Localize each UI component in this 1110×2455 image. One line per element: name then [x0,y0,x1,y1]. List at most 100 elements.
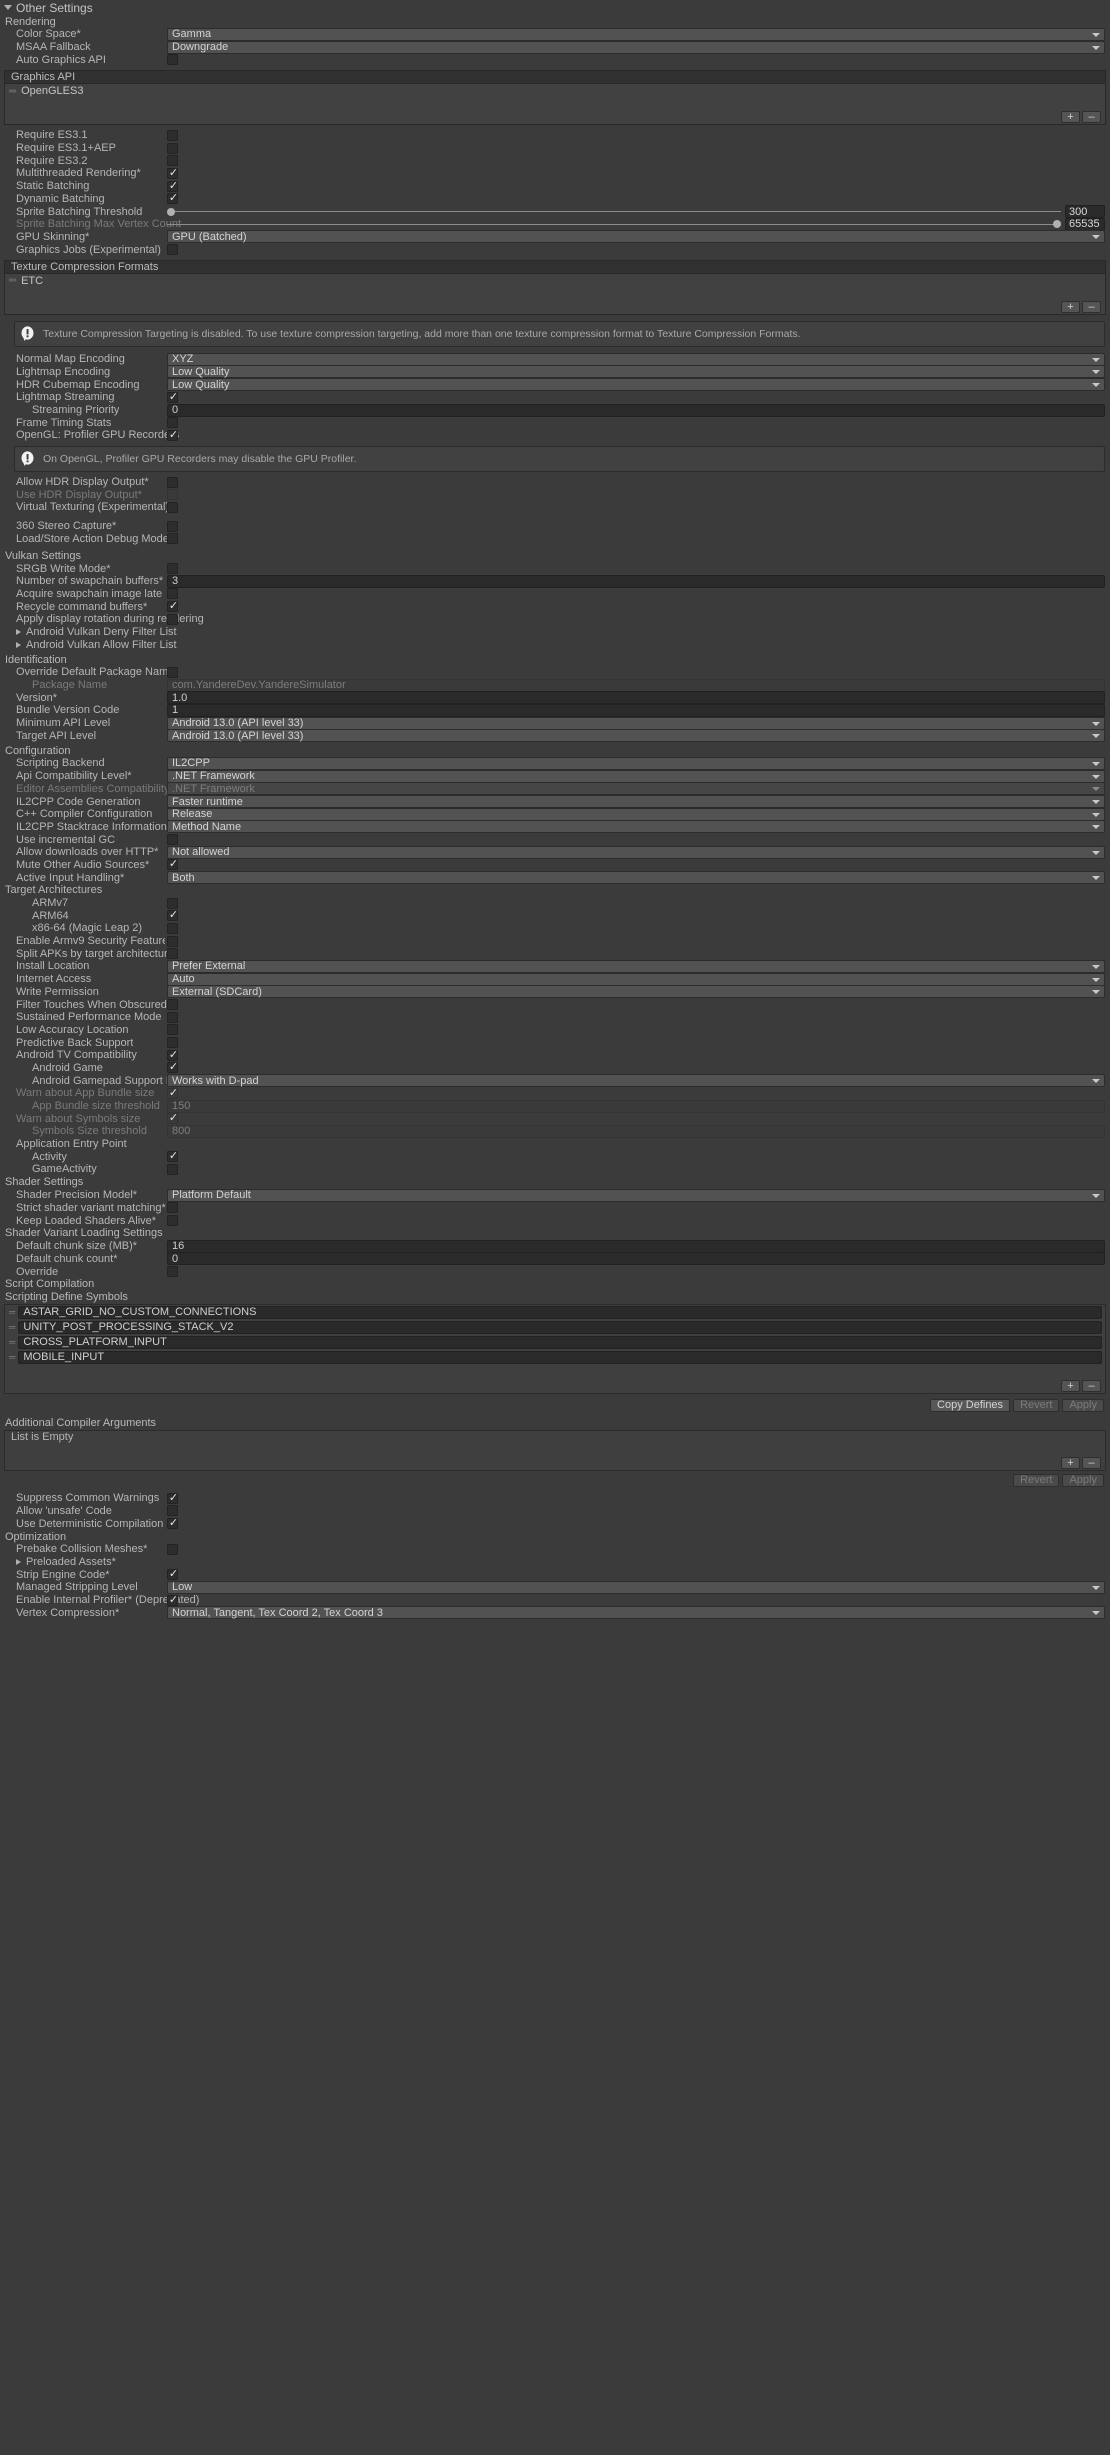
filter-touches-when-obscured-checkbox[interactable] [167,999,178,1011]
sustained-performance-mode-checkbox[interactable] [167,1011,178,1023]
dynamic-batching-checkbox[interactable] [167,191,179,205]
armv7-checkbox[interactable] [167,897,178,909]
drag-handle-icon[interactable]: ═ [9,1337,15,1347]
shader-precision-model-dropdown[interactable]: Platform Default [167,1188,1105,1202]
srgb-write-mode-checkbox[interactable] [167,563,178,575]
api-compatibility-level-dropdown[interactable]: .NET Framework [167,769,1105,783]
managed-stripping-level-dropdown[interactable]: Low [167,1580,1105,1594]
il2cpp-stacktrace-information-dropdown[interactable]: Method Name [167,820,1105,834]
write-permission-dropdown[interactable]: External (SDCard) [167,985,1105,999]
require-es32-checkbox[interactable] [167,155,178,167]
static-batching-checkbox[interactable] [167,179,179,193]
internet-access-dropdown[interactable]: Auto [167,972,1105,986]
additional-compiler-arguments-remove-button[interactable]: – [1082,1456,1101,1469]
lightmap-encoding-dropdown[interactable]: Low Quality [167,365,1105,379]
gameactivity-checkbox[interactable] [167,1163,178,1175]
define-symbols-add-button[interactable]: + [1061,1379,1080,1392]
enable-internal-profiler-checkbox[interactable] [167,1593,179,1607]
active-input-handling-dropdown[interactable]: Both [167,871,1105,885]
override-checkbox[interactable] [167,1266,178,1278]
scripting-backend-dropdown[interactable]: IL2CPP [167,756,1105,770]
require-es31aep-checkbox[interactable] [167,142,178,154]
other-settings-foldout-header[interactable]: Other Settings [0,0,1110,15]
allow-hdr-display-output-checkbox[interactable] [167,476,178,488]
android-tv-compatibility-checkbox[interactable] [167,1048,179,1062]
install-location-dropdown[interactable]: Prefer External [167,959,1105,973]
gpu-skinning-dropdown[interactable]: GPU (Batched) [167,230,1105,244]
sprite-batching-max-vertex-count-value[interactable]: 65535 [1065,217,1105,231]
normal-map-encoding-dropdown[interactable]: XYZ [167,352,1105,366]
il2cpp-code-generation-dropdown[interactable]: Faster runtime [167,795,1105,809]
override-default-package-name-checkbox[interactable] [167,666,178,678]
copy-defines-button[interactable]: Copy Defines [930,1398,1011,1412]
enable-armv9-checkbox[interactable] [167,935,178,947]
apply-display-rotation-checkbox[interactable] [167,613,178,625]
msaa-fallback-dropdown[interactable]: Downgrade [167,40,1105,54]
define-symbols-revert-button[interactable]: Revert [1013,1398,1060,1412]
drag-handle-icon[interactable]: ═ [9,86,16,97]
default-chunk-count-input[interactable]: 0 [167,1252,1105,1266]
bundle-version-code-input[interactable]: 1 [167,703,1105,717]
android-gamepad-support-level-dropdown[interactable]: Works with D-pad [167,1074,1105,1088]
define-symbol-input[interactable]: MOBILE_INPUT [18,1350,1102,1364]
drag-handle-icon[interactable]: ═ [9,1322,15,1332]
sprite-batching-threshold-value[interactable]: 300 [1065,205,1105,219]
streaming-priority-input[interactable]: 0 [167,403,1105,417]
graphics-api-remove-button[interactable]: – [1082,111,1101,124]
default-chunk-size-input[interactable]: 16 [167,1239,1105,1253]
target-api-level-dropdown[interactable]: Android 13.0 (API level 33) [167,729,1105,743]
define-symbol-input[interactable]: CROSS_PLATFORM_INPUT [18,1335,1102,1349]
color-space-dropdown[interactable]: Gamma [167,27,1105,41]
require-es31-checkbox[interactable] [167,129,178,141]
graphics-jobs-checkbox[interactable] [167,244,178,256]
opengl-profiler-gpu-recorders-checkbox[interactable] [167,428,179,442]
hdr-cubemap-encoding-dropdown[interactable]: Low Quality [167,378,1105,392]
android-game-checkbox[interactable] [167,1060,179,1074]
mute-other-audio-sources-checkbox[interactable] [167,857,179,871]
x86-64-magic-leap-2-checkbox[interactable] [167,922,178,934]
auto-graphics-api-checkbox[interactable] [167,54,178,66]
vertex-compression-dropdown[interactable]: Normal, Tangent, Tex Coord 2, Tex Coord … [167,1606,1105,1620]
additional-compiler-arguments-revert-button[interactable]: Revert [1013,1473,1060,1487]
define-symbols-remove-button[interactable]: – [1082,1379,1101,1392]
virtual-texturing-experimental-checkbox[interactable] [167,501,178,513]
sprite-batching-threshold-slider[interactable] [167,206,1061,218]
recycle-command-buffers-checkbox[interactable] [167,599,179,613]
row-android-vulkan-deny-filter-list[interactable]: Android Vulkan Deny Filter List [0,626,1110,639]
row-preloaded-assets[interactable]: Preloaded Assets* [0,1556,1110,1569]
low-accuracy-location-checkbox[interactable] [167,1024,178,1036]
strip-engine-code-checkbox[interactable] [167,1567,179,1581]
use-incremental-gc-checkbox[interactable] [167,834,178,846]
predictive-back-support-checkbox[interactable] [167,1037,178,1049]
strict-shader-variant-matching-checkbox[interactable] [167,1202,178,1214]
load-store-action-debug-mode-checkbox[interactable] [167,533,178,545]
define-symbols-apply-button[interactable]: Apply [1062,1398,1104,1412]
slider-knob[interactable] [167,207,175,216]
texture-compression-remove-button[interactable]: – [1082,300,1101,313]
define-symbol-input[interactable]: ASTAR_GRID_NO_CUSTOM_CONNECTIONS [18,1305,1102,1319]
suppress-common-warnings-checkbox[interactable] [167,1491,179,1505]
allow-unsafe-code-checkbox[interactable] [167,1505,178,1517]
texture-compression-item[interactable]: ═ ETC [5,274,1105,288]
version-input[interactable]: 1.0 [167,691,1105,705]
number-of-swapchain-buffers-input[interactable]: 3 [167,574,1105,588]
drag-handle-icon[interactable]: ═ [9,275,16,286]
split-apks-checkbox[interactable] [167,948,178,960]
acquire-swapchain-image-late-checkbox[interactable] [167,588,178,600]
arm64-checkbox[interactable] [167,908,179,922]
activity-checkbox[interactable] [167,1149,179,1163]
additional-compiler-arguments-apply-button[interactable]: Apply [1062,1473,1104,1487]
graphics-api-add-button[interactable]: + [1061,111,1080,124]
use-deterministic-compilation-checkbox[interactable] [167,1516,179,1530]
sprite-batching-max-vertex-count-slider[interactable] [167,218,1061,230]
keep-loaded-shaders-alive-checkbox[interactable] [167,1215,178,1227]
prebake-collision-meshes-checkbox[interactable] [167,1543,178,1555]
graphics-api-item[interactable]: ═ OpenGLES3 [5,84,1105,98]
360-stereo-capture-checkbox[interactable] [167,520,178,532]
define-symbol-input[interactable]: UNITY_POST_PROCESSING_STACK_V2 [18,1320,1102,1334]
frame-timing-stats-checkbox[interactable] [167,417,178,429]
drag-handle-icon[interactable]: ═ [9,1352,15,1362]
allow-downloads-over-http-dropdown[interactable]: Not allowed [167,845,1105,859]
lightmap-streaming-checkbox[interactable] [167,390,179,404]
row-android-vulkan-allow-filter-list[interactable]: Android Vulkan Allow Filter List [0,638,1110,651]
